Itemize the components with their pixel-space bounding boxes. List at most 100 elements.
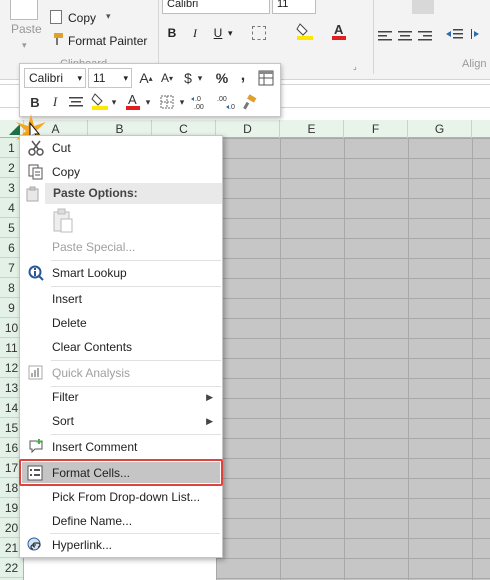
mini-font-size: 11 (93, 71, 106, 85)
mini-font-name: Calibri (29, 71, 64, 85)
submenu-arrow-icon: ▶ (206, 415, 213, 426)
row-header[interactable]: 22 (0, 558, 23, 578)
column-header[interactable]: F (344, 120, 408, 138)
svg-text:.00: .00 (194, 104, 204, 110)
menu-item-label: Paste Special... (52, 240, 136, 254)
alignment-group-label: Align (462, 58, 487, 70)
currency-button[interactable]: $ (180, 68, 196, 88)
format-painter-icon[interactable] (241, 92, 259, 112)
menu-item-label: Delete (52, 316, 87, 330)
chevron-down-icon: ▾ (123, 73, 128, 83)
ribbon-italic-button[interactable]: I (186, 24, 204, 42)
column-header[interactable]: D (216, 120, 280, 138)
chevron-down-icon[interactable]: ▾ (144, 92, 152, 112)
menu-item-label: Filter (52, 390, 79, 404)
align-center-icon[interactable] (398, 30, 412, 44)
column-header[interactable]: G (408, 120, 472, 138)
menu-item-hyperlink[interactable]: Hyperlink... (20, 533, 222, 557)
menu-item-clear-contents[interactable]: Clear Contents (21, 335, 221, 359)
ribbon-font-size[interactable]: 11 (272, 0, 316, 14)
menu-item-label: Insert (52, 292, 83, 306)
svg-text:A: A (128, 92, 137, 107)
menu-item-copy[interactable]: Copy (21, 160, 221, 184)
menu-item-label: Define Name... (52, 514, 133, 528)
menu-item-sort[interactable]: Sort ▶ (21, 409, 221, 433)
menu-item-paste-special[interactable]: Paste Special... (21, 235, 221, 259)
chevron-down-icon[interactable]: ▾ (196, 68, 204, 88)
submenu-arrow-icon: ▶ (206, 391, 213, 402)
menu-item-filter[interactable]: Filter ▶ (21, 385, 221, 409)
increase-decimal-icon[interactable]: .0.00 (190, 92, 212, 112)
align-right-icon[interactable] (418, 30, 432, 44)
comment-icon (21, 435, 51, 459)
mini-bold-button[interactable]: B (26, 92, 44, 112)
mini-italic-button[interactable]: I (48, 92, 62, 112)
shrink-font-button[interactable]: A ▾ (158, 68, 176, 88)
paste-dropdown-icon[interactable]: ▾ (22, 40, 27, 51)
format-painter-icon (50, 33, 64, 45)
format-cells-highlight-box (19, 459, 223, 486)
ribbon-borders-icon[interactable] (252, 26, 266, 40)
menu-item-pick-from-list[interactable]: Pick From Drop-down List... (20, 485, 222, 509)
column-header[interactable]: E (280, 120, 344, 138)
menu-item-label: Smart Lookup (52, 266, 127, 280)
ribbon-bold-button[interactable]: B (163, 24, 181, 42)
percent-button[interactable]: % (214, 68, 230, 88)
paste-options-label: Paste Options: (53, 186, 138, 200)
menu-item-define-name[interactable]: Define Name... (20, 509, 222, 533)
paste-button[interactable]: Paste (11, 22, 42, 36)
underline-dropdown-icon[interactable]: ▾ (228, 28, 233, 39)
ribbon-separator (373, 0, 374, 74)
decrease-decimal-icon[interactable]: .00.0 (215, 92, 237, 112)
menu-item-label: Clear Contents (52, 340, 133, 354)
copy-dropdown-icon[interactable]: ▾ (106, 11, 111, 22)
svg-text:.0: .0 (229, 104, 235, 110)
quick-analysis-icon (21, 361, 51, 385)
svg-text:A: A (334, 22, 344, 37)
menu-item-cut[interactable]: Cut (21, 136, 221, 160)
menu-item-insert-comment[interactable]: Insert Comment (21, 435, 221, 459)
menu-item-delete[interactable]: Delete (21, 311, 221, 335)
menu-item-label: Sort (52, 414, 75, 428)
svg-text:.00: .00 (217, 96, 227, 103)
fill-color-icon[interactable] (90, 90, 110, 112)
format-painter-button[interactable]: Format Painter (68, 34, 147, 48)
align-left-icon[interactable] (378, 30, 392, 44)
ribbon-font-color-icon[interactable]: A (330, 22, 348, 40)
copy-icon (21, 160, 51, 184)
format-table-icon[interactable] (257, 68, 275, 88)
smart-lookup-icon (21, 261, 51, 285)
menu-item-smart-lookup[interactable]: Smart Lookup (21, 261, 221, 285)
menu-item-label: Hyperlink... (52, 538, 113, 552)
copy-icon (50, 10, 62, 24)
menu-item-label: Pick From Drop-down List... (52, 490, 201, 504)
chevron-down-icon: ▾ (77, 73, 82, 83)
chevron-down-icon[interactable]: ▾ (110, 92, 118, 112)
indent-icons[interactable] (444, 28, 488, 43)
paste-clipboard-icon[interactable] (52, 208, 74, 234)
hyperlink-icon (20, 533, 50, 557)
menu-item-insert[interactable]: Insert (21, 287, 221, 311)
font-color-icon[interactable]: A (124, 90, 142, 112)
paste-icon[interactable] (10, 0, 38, 20)
center-align-icon[interactable] (68, 92, 84, 112)
borders-icon[interactable] (159, 92, 175, 112)
ribbon-fill-color-icon[interactable] (296, 22, 314, 40)
mini-font-name-box[interactable]: Calibri ▾ (24, 68, 86, 88)
comma-style-button[interactable]: , (237, 66, 249, 86)
ribbon-underline-button[interactable]: U (209, 24, 227, 42)
paste-options-header: Paste Options: (45, 183, 222, 204)
mini-toolbar: Calibri ▾ 11 ▾ A ▴ A ▾ $ ▾ % , B I ▾ A ▾ ▾… (19, 63, 281, 117)
grow-font-button[interactable]: A ▴ (137, 68, 155, 88)
ribbon-font-name[interactable]: Calibri (162, 0, 270, 14)
mini-font-size-box[interactable]: 11 ▾ (88, 68, 132, 88)
scissors-icon (21, 136, 51, 160)
copy-button[interactable]: Copy (68, 11, 96, 25)
menu-item-quick-analysis[interactable]: Quick Analysis (21, 361, 221, 385)
chevron-down-icon[interactable]: ▾ (178, 92, 186, 112)
paste-options-icon (25, 186, 43, 204)
svg-text:.0: .0 (195, 96, 201, 103)
font-dialog-launcher-icon[interactable]: ⌟ (353, 62, 357, 71)
menu-item-label: Cut (52, 141, 71, 155)
align-top-button[interactable] (412, 0, 434, 14)
